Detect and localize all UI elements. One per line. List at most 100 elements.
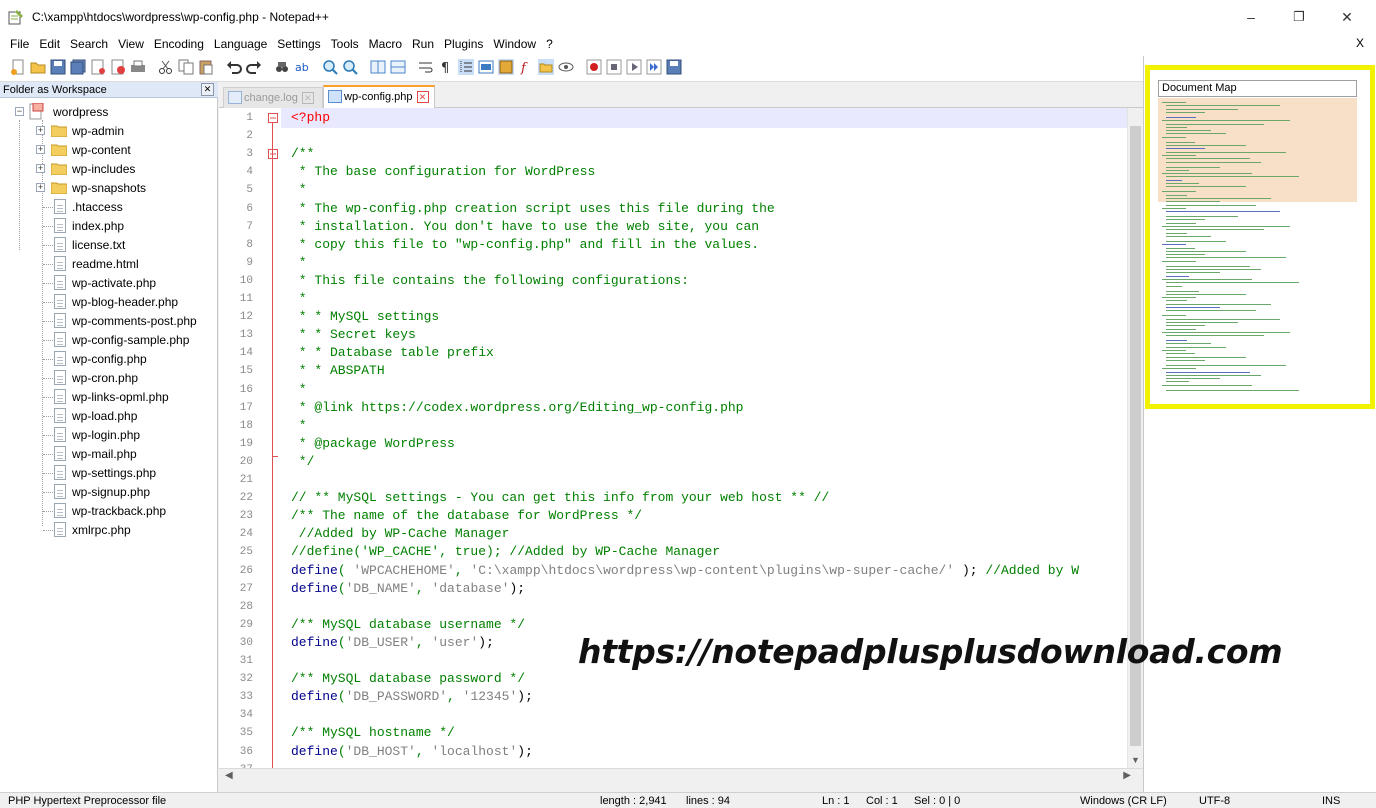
document-map-preview[interactable] xyxy=(1158,98,1357,394)
tree-file[interactable]: wp-comments-post.php xyxy=(6,312,218,330)
code-line[interactable]: /** The name of the database for WordPre… xyxy=(291,508,642,523)
document-map-icon[interactable] xyxy=(498,59,514,75)
cut-icon[interactable] xyxy=(158,59,174,75)
code-line[interactable]: * xyxy=(291,418,307,433)
close-tab-icon[interactable]: ✕ xyxy=(416,91,429,104)
sync-horizontal-icon[interactable] xyxy=(390,59,406,75)
scroll-left-icon[interactable]: ◀ xyxy=(225,770,233,781)
code-line[interactable]: define('DB_PASSWORD', '12345'); xyxy=(291,689,533,704)
tree-file[interactable]: wp-trackback.php xyxy=(6,502,206,520)
minimize-button[interactable]: – xyxy=(1228,0,1274,34)
status-eol[interactable]: Windows (CR LF) xyxy=(1080,793,1167,808)
tree-file[interactable]: wp-mail.php xyxy=(6,445,206,463)
menu-macro[interactable]: Macro xyxy=(364,37,407,51)
code-line[interactable]: //Added by WP-Cache Manager xyxy=(291,526,510,541)
tree-file[interactable]: wp-links-opml.php xyxy=(6,388,206,406)
indent-guide-icon[interactable] xyxy=(458,59,474,75)
folder-workspace-icon[interactable] xyxy=(538,59,554,75)
tree-file[interactable]: readme.html xyxy=(6,255,206,273)
horizontal-scrollbar[interactable]: ◀ ▶ xyxy=(219,768,1143,784)
tree-root-wordpress[interactable]: − wordpress xyxy=(6,103,206,121)
tree-folder-wp-admin[interactable]: + wp-admin xyxy=(6,122,206,140)
code-line[interactable]: define( 'WPCACHEHOME', 'C:\xampp\htdocs\… xyxy=(291,563,1079,578)
open-file-icon[interactable] xyxy=(30,59,46,75)
code-line[interactable]: * xyxy=(291,291,307,306)
menu-file[interactable]: File xyxy=(5,37,34,51)
code-line[interactable]: define('DB_USER', 'user'); xyxy=(291,635,494,650)
code-line[interactable]: * * MySQL settings xyxy=(291,309,439,324)
close-file-icon[interactable] xyxy=(90,59,106,75)
tree-file[interactable]: wp-blog-header.php xyxy=(6,293,206,311)
function-list-icon[interactable]: f xyxy=(518,59,534,75)
new-file-icon[interactable] xyxy=(10,59,26,75)
scroll-right-icon[interactable]: ▶ xyxy=(1123,770,1131,781)
tree-folder-wp-snapshots[interactable]: + wp-snapshots xyxy=(6,179,206,197)
expand-icon[interactable]: + xyxy=(36,164,45,173)
fold-collapse-icon[interactable] xyxy=(268,113,278,123)
expand-icon[interactable]: + xyxy=(36,145,45,154)
collapse-icon[interactable]: − xyxy=(15,107,24,116)
record-macro-icon[interactable] xyxy=(586,59,602,75)
tree-file[interactable]: wp-signup.php xyxy=(6,483,206,501)
menu-window[interactable]: Window xyxy=(488,37,541,51)
zoom-in-icon[interactable] xyxy=(322,59,338,75)
code-line[interactable]: * The base configuration for WordPress xyxy=(291,164,595,179)
maximize-button[interactable]: ❐ xyxy=(1276,0,1322,34)
menu-settings[interactable]: Settings xyxy=(272,37,325,51)
code-line[interactable]: * @link https://codex.wordpress.org/Edit… xyxy=(291,400,744,415)
code-line[interactable]: * xyxy=(291,382,307,397)
replace-icon[interactable]: ab xyxy=(294,59,310,75)
save-macro-icon[interactable] xyxy=(666,59,682,75)
code-line[interactable]: * xyxy=(291,255,307,270)
save-icon[interactable] xyxy=(50,59,66,75)
tree-file[interactable]: wp-config-sample.php xyxy=(6,331,206,349)
code-line[interactable]: * @package WordPress xyxy=(291,436,455,451)
code-line[interactable]: // ** MySQL settings - You can get this … xyxy=(291,490,829,505)
code-line[interactable]: * xyxy=(291,182,307,197)
undo-icon[interactable] xyxy=(226,59,242,75)
menu-help[interactable]: ? xyxy=(541,37,558,51)
tab-change-log[interactable]: change.log ✕ xyxy=(223,87,323,108)
menu-language[interactable]: Language xyxy=(209,37,272,51)
tree-file[interactable]: .htaccess xyxy=(6,198,206,216)
menu-search[interactable]: Search xyxy=(65,37,113,51)
code-line[interactable]: //define('WP_CACHE', true); //Added by W… xyxy=(291,544,720,559)
menu-tools[interactable]: Tools xyxy=(326,37,364,51)
code-line[interactable]: define('DB_NAME', 'database'); xyxy=(291,581,525,596)
tree-file[interactable]: wp-activate.php xyxy=(6,274,206,292)
code-line[interactable]: * This file contains the following confi… xyxy=(291,273,689,288)
code-line[interactable]: * The wp-config.php creation script uses… xyxy=(291,201,775,216)
menu-view[interactable]: View xyxy=(113,37,149,51)
tree-file[interactable]: license.txt xyxy=(6,236,206,254)
save-all-icon[interactable] xyxy=(70,59,86,75)
copy-icon[interactable] xyxy=(178,59,194,75)
code-line[interactable]: /** MySQL database password */ xyxy=(291,671,525,686)
code-line[interactable]: * copy this file to "wp-config.php" and … xyxy=(291,237,759,252)
user-language-icon[interactable] xyxy=(478,59,494,75)
code-line[interactable]: /** xyxy=(291,146,314,161)
tree-file[interactable]: wp-settings.php xyxy=(6,464,206,482)
print-icon[interactable] xyxy=(130,59,146,75)
menu-encoding[interactable]: Encoding xyxy=(149,37,209,51)
tree-file[interactable]: wp-load.php xyxy=(6,407,206,425)
tree-file[interactable]: wp-config.php xyxy=(6,350,206,368)
paste-icon[interactable] xyxy=(198,59,214,75)
run-macro-multiple-icon[interactable] xyxy=(646,59,662,75)
expand-icon[interactable]: + xyxy=(36,126,45,135)
menu-edit[interactable]: Edit xyxy=(34,37,65,51)
code-line[interactable]: <?php xyxy=(291,110,330,125)
close-button[interactable]: ✕ xyxy=(1324,0,1370,34)
code-line[interactable]: * * Secret keys xyxy=(291,327,416,342)
expand-icon[interactable]: + xyxy=(36,183,45,192)
code-line[interactable]: /** MySQL hostname */ xyxy=(291,725,455,740)
code-line[interactable]: * installation. You don't have to use th… xyxy=(291,219,759,234)
show-all-chars-icon[interactable]: ¶ xyxy=(438,59,454,75)
play-macro-icon[interactable] xyxy=(626,59,642,75)
status-encoding[interactable]: UTF-8 xyxy=(1199,793,1230,808)
tree-file[interactable]: index.php xyxy=(6,217,206,235)
monitoring-icon[interactable] xyxy=(558,59,574,75)
close-document-button[interactable]: X xyxy=(1356,36,1364,50)
menu-plugins[interactable]: Plugins xyxy=(439,37,488,51)
fold-collapse-icon[interactable] xyxy=(268,149,278,159)
close-tab-icon[interactable]: ✕ xyxy=(301,92,314,105)
